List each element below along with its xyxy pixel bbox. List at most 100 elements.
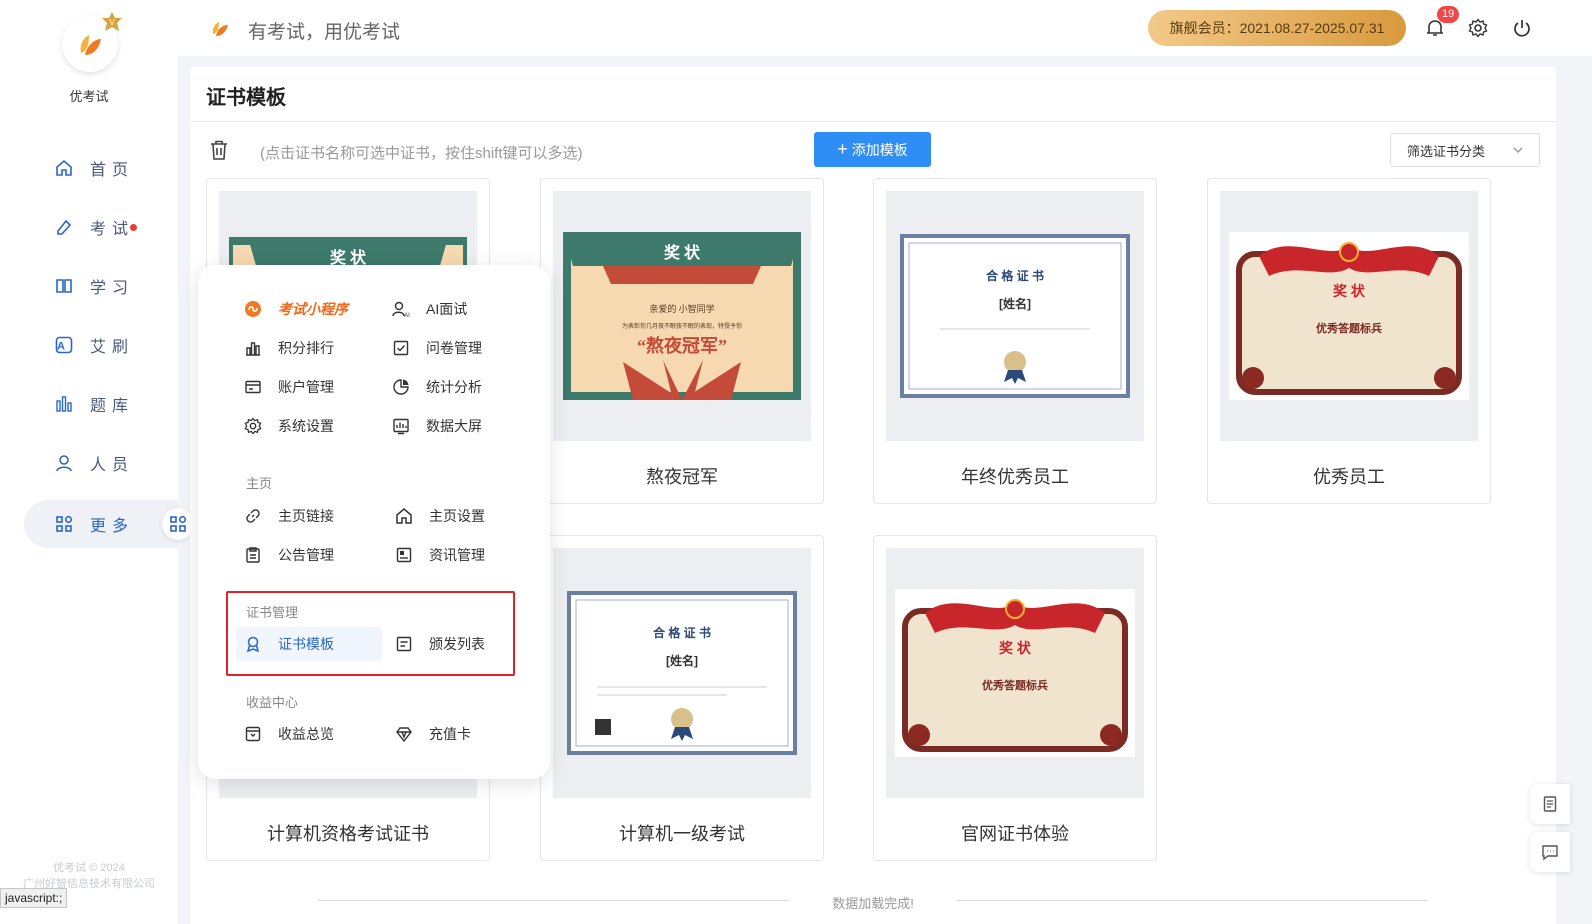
menu-section-home: 主页 (246, 476, 273, 491)
certificate-card[interactable]: 奖 状 亲爱的 小智同学 为表彰你几月夜不眠夜不眠的表现，特授予你 “熬夜冠军”… (540, 178, 824, 504)
certificate-thumbnail: 合 格 证 书 [姓名] (886, 191, 1144, 441)
certificate-card[interactable]: 奖 状 优秀答题标兵 官网证书体验 (873, 535, 1157, 861)
cert-name-placeholder: [姓名] (999, 296, 1031, 311)
browser-status-bar: javascript:; (0, 888, 68, 908)
plus-icon: + (837, 139, 848, 159)
menu-item-label: 积分排行 (278, 340, 334, 356)
menu-item-account[interactable]: 账户管理 (244, 371, 334, 403)
certificate-blue-image: 合 格 证 书 [姓名] (567, 591, 797, 755)
member-badge[interactable]: 旗舰会员：2021.08.27-2025.07.31 (1148, 10, 1406, 46)
chat-icon (1542, 845, 1558, 861)
cert-champion-text: “熬夜冠军” (637, 335, 727, 356)
certificate-name[interactable]: 年终优秀员工 (874, 463, 1156, 489)
certificate-red-image: 奖 状 优秀答题标兵 (1229, 232, 1469, 400)
menu-item-income-overview[interactable]: 收益总览 (244, 718, 334, 750)
list-icon (395, 635, 413, 653)
menu-item-label: 主页链接 (278, 508, 334, 524)
menu-item-recharge-card[interactable]: 充值卡 (395, 718, 471, 750)
certificate-name[interactable]: 官网证书体验 (874, 820, 1156, 846)
certificate-name[interactable]: 优秀员工 (1208, 463, 1490, 489)
page-title: 证书模板 (206, 87, 286, 109)
add-template-label: 添加模板 (851, 141, 908, 158)
cert-red-award-text: 奖 状 (999, 640, 1032, 656)
menu-item-points-rank[interactable]: 积分排行 (244, 332, 334, 364)
wallet-icon (244, 725, 262, 743)
certificate-red-image: 奖 状 优秀答题标兵 (895, 589, 1135, 757)
menu-item-statistics[interactable]: 统计分析 (392, 371, 482, 403)
menu-item-label: 统计分析 (426, 379, 482, 395)
add-template-button[interactable]: + 添加模板 (814, 132, 931, 167)
divider (956, 900, 1428, 901)
diamond-icon (395, 725, 413, 743)
menu-item-mini-program[interactable]: 考试小程序 (244, 293, 348, 325)
exam-icon (54, 217, 74, 237)
nav-exam[interactable]: 考试 (24, 203, 178, 251)
mini-program-icon (244, 300, 262, 318)
sidebar: V 优考试 首页 考试 学习 A 艾刷 题库 人员 更多 优考试 © 2024 … (0, 0, 178, 924)
nav-aishua[interactable]: A 艾刷 (24, 321, 178, 369)
card-icon (244, 378, 262, 396)
menu-item-ai-interview[interactable]: AI AI面试 (392, 293, 467, 325)
menu-item-survey[interactable]: 问卷管理 (392, 332, 482, 364)
certificate-card[interactable]: 奖 状 优秀答题标兵 优秀员工 (1207, 178, 1491, 504)
ribbon-icon (244, 635, 262, 653)
nav-people[interactable]: 人员 (24, 439, 178, 487)
filter-placeholder: 筛选证书分类 (1407, 143, 1486, 159)
cert-pass-text: 合 格 证 书 (986, 268, 1044, 283)
nav-question-bank[interactable]: 题库 (24, 380, 178, 428)
float-chat-button[interactable] (1530, 832, 1570, 872)
menu-item-label: 充值卡 (429, 726, 471, 742)
bars-icon (54, 394, 74, 414)
menu-section-income: 收益中心 (246, 695, 299, 710)
menu-item-news[interactable]: 资讯管理 (395, 539, 485, 571)
nav-more-label: 更多 (90, 518, 135, 535)
clipboard-icon (244, 546, 262, 564)
menu-item-label: AI面试 (426, 301, 468, 317)
gear-icon (244, 417, 262, 435)
trash-icon[interactable] (208, 139, 230, 161)
menu-item-label: 考试小程序 (278, 301, 348, 317)
certificate-name[interactable]: 熬夜冠军 (541, 463, 823, 489)
menu-item-system-settings[interactable]: 系统设置 (244, 410, 334, 442)
dashboard-icon (392, 417, 410, 435)
certificate-thumbnail: 奖 状 优秀答题标兵 (1220, 191, 1478, 441)
exam-alert-dot (130, 223, 138, 231)
menu-item-issue-list[interactable]: 颁发列表 (395, 628, 485, 660)
menu-item-home-settings[interactable]: 主页设置 (395, 500, 485, 532)
certificate-card[interactable]: 合 格 证 书 [姓名] 年终优秀员工 (873, 178, 1157, 504)
nav-study-label: 学习 (90, 280, 135, 297)
slogan: 有考试，用优考试 (248, 22, 401, 43)
cert-best-text: 优秀答题标兵 (1316, 321, 1382, 335)
app-name: 优考试 (69, 89, 109, 104)
nav-home[interactable]: 首页 (24, 144, 178, 192)
a-letter-icon: A (54, 335, 74, 355)
link-icon (244, 507, 262, 525)
settings-button[interactable] (1466, 16, 1490, 40)
menu-item-home-link[interactable]: 主页链接 (244, 500, 334, 532)
certificate-name[interactable]: 计算机一级考试 (541, 820, 823, 846)
menu-item-certificate-template[interactable]: 证书模板 (236, 627, 382, 661)
logout-button[interactable] (1510, 16, 1534, 40)
certificate-card[interactable]: 合 格 证 书 [姓名] 计算机一级考试 (540, 535, 824, 861)
app-logo[interactable]: V (62, 12, 122, 72)
more-menu-popup: 考试小程序 AI AI面试 积分排行 问卷管理 账户管理 统计分析 系统设置 数… (198, 265, 550, 779)
vip-badge-icon: V (102, 12, 122, 31)
menu-item-announcements[interactable]: 公告管理 (244, 539, 334, 571)
float-doc-button[interactable] (1530, 784, 1570, 824)
certificate-name[interactable]: 计算机资格考试证书 (207, 820, 489, 846)
nav-question-bank-label: 题库 (90, 398, 135, 415)
top-header: 有考试，用优考试 旗舰会员：2021.08.27-2025.07.31 19 (178, 0, 1592, 56)
menu-section-certificate: 证书管理 (246, 605, 299, 620)
menu-item-label: 系统设置 (278, 418, 334, 434)
power-icon (1514, 20, 1530, 37)
nav-more[interactable]: 更多 (24, 500, 178, 548)
nav-study[interactable]: 学习 (24, 262, 178, 310)
category-filter-select[interactable]: 筛选证书分类 (1390, 133, 1540, 167)
grid-icon (54, 514, 74, 534)
cert-name-placeholder: [姓名] (666, 653, 698, 668)
gear-icon (1468, 18, 1488, 38)
certificate-thumbnail: 奖 状 亲爱的 小智同学 为表彰你几月夜不眠夜不眠的表现，特授予你 “熬夜冠军” (553, 191, 811, 441)
notification-button[interactable]: 19 (1423, 6, 1460, 40)
menu-item-data-screen[interactable]: 数据大屏 (392, 410, 482, 442)
document-icon (1543, 796, 1557, 812)
